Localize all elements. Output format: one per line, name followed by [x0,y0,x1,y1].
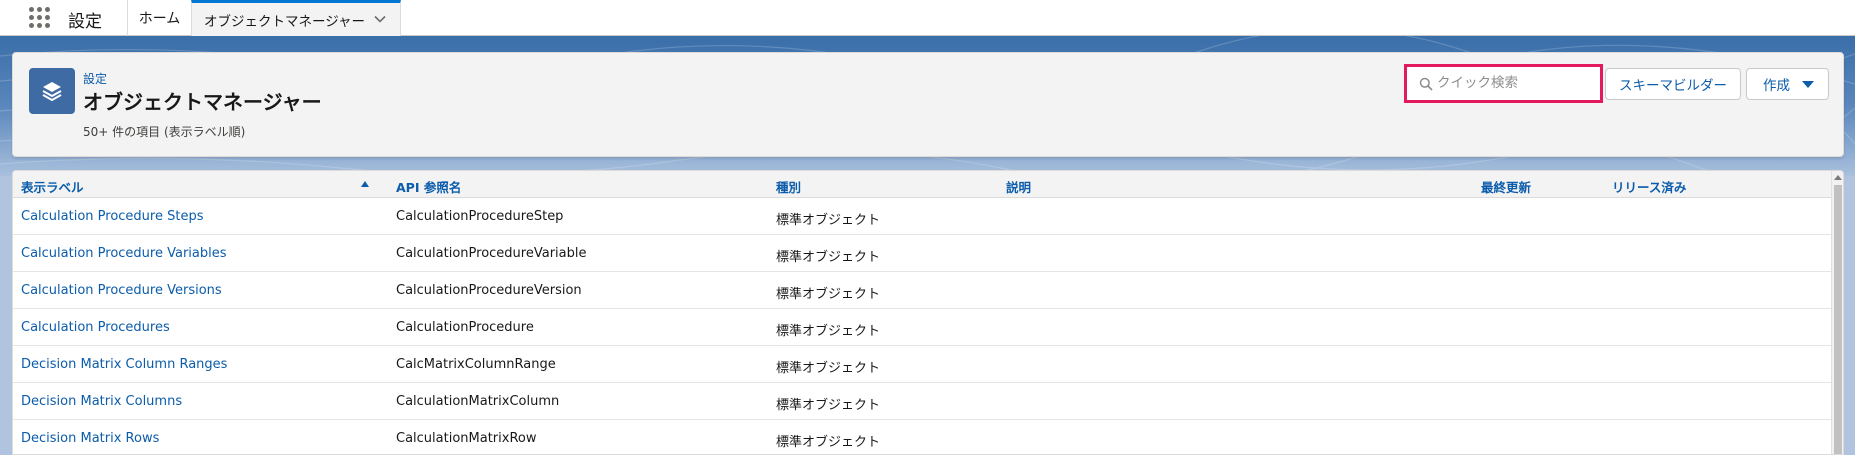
object-label-link[interactable]: Decision Matrix Columns [21,394,182,409]
tab-home[interactable]: ホーム [127,0,191,36]
vertical-scrollbar[interactable] [1831,171,1843,454]
top-nav-bar: 設定 ホーム オブジェクトマネージャー [0,0,1855,36]
object-label-link[interactable]: Decision Matrix Rows [21,431,159,446]
api-name-cell: CalculationMatrixColumn [396,394,560,409]
table-row: Decision Matrix Rows CalculationMatrixRo… [13,420,1833,454]
type-cell: 標準オブジェクト [776,398,881,413]
api-name-cell: CalculationProcedure [396,320,534,335]
create-button[interactable]: 作成 [1746,68,1829,100]
type-cell: 標準オブジェクト [776,213,881,228]
app-name: 設定 [68,12,102,32]
table-row: Decision Matrix Columns CalculationMatri… [13,383,1833,420]
column-header-type[interactable]: 種別 [776,177,801,196]
column-header-description[interactable]: 説明 [1006,177,1031,196]
scroll-up-arrow-icon[interactable] [1834,175,1842,180]
api-name-cell: CalcMatrixColumnRange [396,357,556,372]
app-launcher-icon[interactable] [29,7,51,29]
table-row: Calculation Procedure Variables Calculat… [13,235,1833,272]
layers-icon [29,68,75,114]
caret-down-icon [1802,81,1814,88]
type-cell: 標準オブジェクト [776,287,881,302]
sort-ascending-icon[interactable] [361,181,369,187]
api-name-cell: CalculationProcedureVariable [396,246,587,261]
table-header: 表示ラベル API 参照名 種別 説明 最終更新 リリース済み [13,171,1833,198]
type-cell: 標準オブジェクト [776,435,881,450]
column-header-label[interactable]: 表示ラベル [21,177,84,196]
table-row: Calculation Procedures CalculationProced… [13,309,1833,346]
object-label-link[interactable]: Calculation Procedure Variables [21,246,227,261]
breadcrumb[interactable]: 設定 [83,70,107,87]
table-row: Calculation Procedure Steps CalculationP… [13,198,1833,235]
page-title: オブジェクトマネージャー [83,90,322,114]
api-name-cell: CalculationProcedureVersion [396,283,582,298]
type-cell: 標準オブジェクト [776,250,881,265]
create-button-label: 作成 [1763,78,1790,94]
column-header-deployed[interactable]: リリース済み [1612,177,1686,196]
object-label-link[interactable]: Calculation Procedure Steps [21,209,203,224]
object-label-link[interactable]: Decision Matrix Column Ranges [21,357,227,372]
column-header-api-name[interactable]: API 参照名 [396,177,461,196]
quick-search-input[interactable] [1437,72,1597,94]
api-name-cell: CalculationMatrixRow [396,431,537,446]
search-icon [1419,76,1433,95]
column-header-last-modified[interactable]: 最終更新 [1481,177,1531,196]
type-cell: 標準オブジェクト [776,361,881,376]
api-name-cell: CalculationProcedureStep [396,209,564,224]
quick-search-box[interactable] [1404,64,1603,103]
scroll-thumb[interactable] [1834,185,1842,454]
table-row: Decision Matrix Column Ranges CalcMatrix… [13,346,1833,383]
object-list-table: 表示ラベル API 参照名 種別 説明 最終更新 リリース済み Calculat… [12,170,1844,455]
object-label-link[interactable]: Calculation Procedure Versions [21,283,222,298]
table-row: Calculation Procedure Versions Calculati… [13,272,1833,309]
item-count-subtitle: 50+ 件の項目 (表示ラベル順) [83,125,246,139]
object-label-link[interactable]: Calculation Procedures [21,320,170,335]
tab-object-manager-label: オブジェクトマネージャー [204,13,366,30]
tab-object-manager[interactable]: オブジェクトマネージャー [191,0,401,36]
type-cell: 標準オブジェクト [776,324,881,339]
chevron-down-icon[interactable] [374,13,386,29]
schema-builder-button[interactable]: スキーマビルダー [1605,68,1741,100]
